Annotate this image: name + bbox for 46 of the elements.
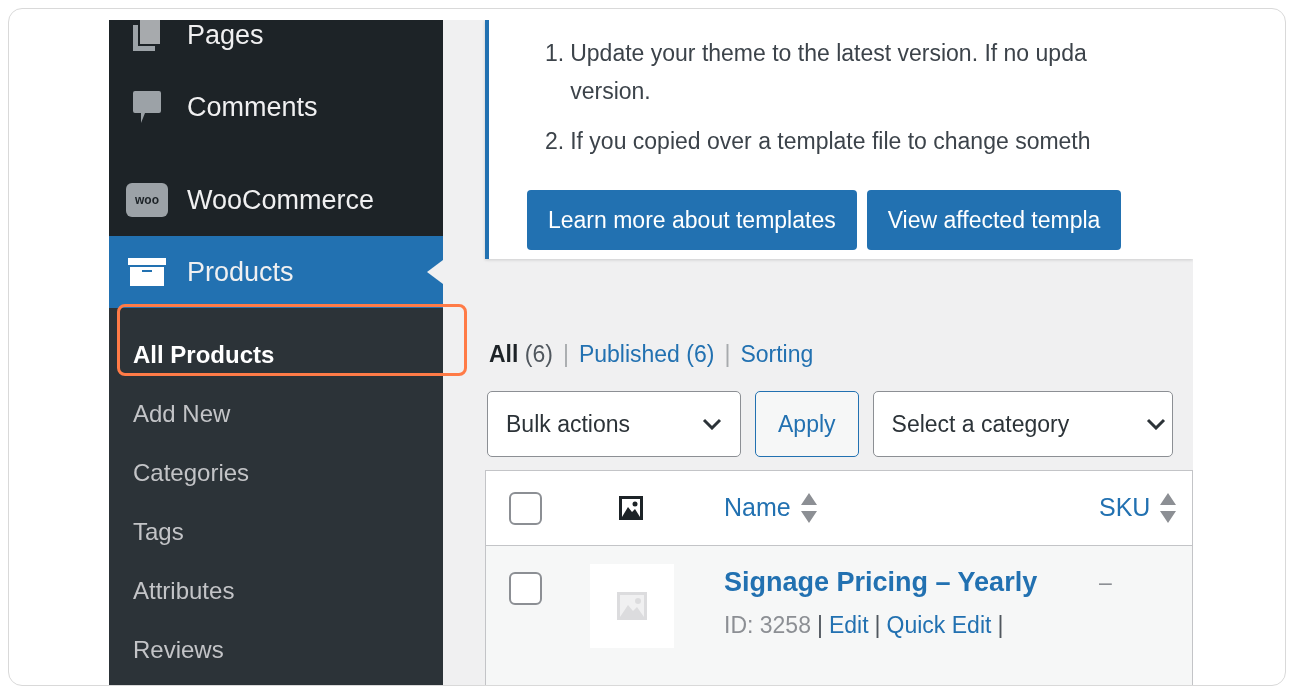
view-separator: | <box>562 339 569 369</box>
sidebar-menu-item[interactable]: woo WooCommerce <box>109 164 443 236</box>
view-filter-link[interactable]: Published (6) <box>578 336 715 371</box>
submenu-item[interactable]: Tags <box>109 502 443 561</box>
bulk-actions-dropdown[interactable]: Bulk actions <box>487 391 741 457</box>
submenu-item[interactable]: Attributes <box>109 561 443 620</box>
product-id: ID: 3258 <box>724 611 811 640</box>
submenu-item[interactable]: All Products <box>109 325 443 384</box>
chevron-down-icon <box>1145 418 1166 430</box>
submenu-item[interactable]: Add New <box>109 384 443 443</box>
row-action-link[interactable]: Quick Edit <box>886 608 992 643</box>
speech-bubble-icon <box>131 89 163 125</box>
view-separator: | <box>724 339 731 369</box>
checkbox[interactable] <box>509 572 542 605</box>
notice-text: If you copied over a template file to change someth <box>570 127 1091 156</box>
view-filter-link[interactable]: Sorting <box>740 336 814 371</box>
column-header[interactable]: SKU <box>1099 489 1177 527</box>
product-name-link[interactable]: Signage Pricing – Yearly <box>724 564 1099 600</box>
sort-arrows-icon <box>800 493 817 523</box>
list-number: 1. <box>545 39 565 68</box>
view-filter-link[interactable]: All (6) <box>489 336 553 371</box>
notice-button[interactable]: View affected templa <box>866 190 1122 250</box>
submenu-item[interactable]: Categories <box>109 443 443 502</box>
checkbox[interactable] <box>509 491 542 525</box>
action-separator: | <box>874 611 881 640</box>
notice-button[interactable]: Learn more about templates <box>527 190 857 250</box>
list-number: 2. <box>545 127 565 156</box>
sidebar-menu-item[interactable]: Pages <box>109 20 443 70</box>
sku-value: – <box>1099 568 1112 597</box>
woo-logo: woo <box>126 183 168 217</box>
chevron-down-icon <box>702 418 722 430</box>
row-action-link[interactable]: Edit <box>828 608 869 643</box>
archive-box-icon <box>127 257 167 287</box>
notice-text: Update your theme to the latest version. If no upda <box>570 39 1087 68</box>
sidebar-menu-item[interactable]: Products <box>109 236 443 308</box>
action-separator: | <box>997 611 1004 640</box>
image-icon <box>617 592 647 620</box>
sort-arrows-icon <box>1160 493 1177 523</box>
sidebar-menu-item[interactable]: Comments <box>109 70 443 144</box>
column-header[interactable]: Name <box>724 489 1099 527</box>
notice-text: version. <box>570 77 652 106</box>
action-separator: | <box>816 611 823 640</box>
image-icon <box>618 495 644 521</box>
category-dropdown[interactable]: Select a category <box>872 391 1173 457</box>
submenu-item[interactable]: Reviews <box>109 620 443 679</box>
apply-button[interactable]: Apply <box>755 391 859 457</box>
